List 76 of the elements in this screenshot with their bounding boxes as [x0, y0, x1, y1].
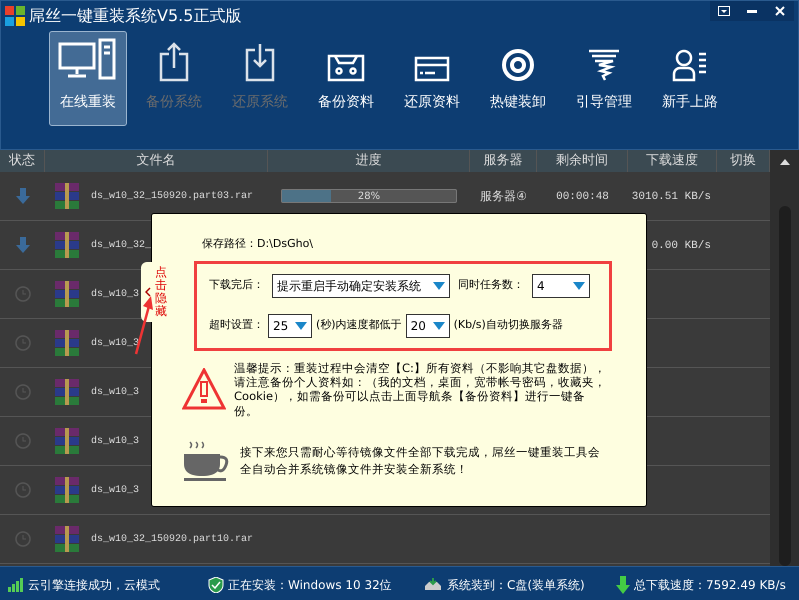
warning-text: 温馨提示：重装过程中会清空【C:】所有资料（不影响其它盘数据），请注意备份个人资料如：（我的文档，桌面，宽带帐号密码，收藏夹，Cookie），如需备份可以点击上面导航条【备份资料】进行一键备份。 [234, 360, 606, 418]
field-label: 下载完后： [209, 277, 264, 294]
timeout-select[interactable]: 25 [268, 314, 312, 338]
chevron-icon [145, 287, 151, 297]
caret-icon [295, 322, 307, 330]
field-label: (秒)内速度都低于 [316, 317, 402, 334]
toolbar-button[interactable]: 在线重装 [49, 31, 127, 126]
info-text: 接下来您只需耐心等待镜像文件全部下载完成，屌丝一键重装工具会全自动合并系统镜像文件并安装全新系统！ [240, 444, 601, 478]
status-text: 系统装到：C盘(装单系统) [447, 576, 585, 594]
cassette-icon [327, 54, 365, 82]
toolbar-button[interactable]: 引导管理 [565, 31, 643, 126]
remaining-time: 00:00:48 [556, 191, 609, 204]
file-name: ds_w10_3 [91, 484, 140, 498]
tasks-select[interactable]: 4 [532, 274, 590, 298]
column-header: 状态 [0, 150, 45, 172]
field-label: 超时设置： [209, 317, 264, 334]
file-name: ds_w10_3 [91, 288, 140, 302]
column-header: 下载速度 [628, 150, 717, 172]
close-button[interactable] [766, 1, 794, 21]
tornado-icon [587, 48, 621, 82]
shield-icon [208, 576, 224, 592]
save-path: 保存路径：D:\DsGho\ [202, 236, 314, 252]
download-speed: 0.00 KB/s [652, 240, 711, 252]
download-speed: 3010.51 KB/s [632, 191, 711, 204]
toolbar-button[interactable]: 备份资料 [307, 31, 385, 126]
column-header: 文件名 [45, 150, 268, 172]
computer-icon [58, 38, 118, 82]
clock-icon [14, 531, 30, 547]
caret-icon [433, 282, 445, 290]
column-header: 服务器 [470, 150, 537, 172]
status-text: 正在安装：Windows 10 32位 [228, 576, 392, 594]
drive-icon [423, 578, 443, 592]
lifebuoy-icon [501, 48, 535, 82]
field-label: (Kb/s)自动切换服务器 [454, 317, 563, 334]
download-arrow-icon [616, 576, 630, 594]
download-icon [245, 42, 275, 82]
upload-icon [159, 42, 189, 82]
close-icon [774, 6, 786, 16]
column-header: 剩余时间 [537, 150, 628, 172]
file-name: ds_w10_32_ [91, 238, 152, 252]
caret-icon [573, 282, 585, 290]
after-download-select[interactable]: 提示重启手动确定安装系统 [272, 274, 450, 298]
minimize-icon [747, 10, 757, 12]
progress-text: 28% [356, 190, 382, 204]
file-name: ds_w10_3 [91, 434, 140, 448]
column-header: 进度 [268, 150, 470, 172]
hide-panel-label: 点击隐藏 [155, 266, 167, 318]
clock-icon [14, 286, 30, 302]
down-arrow-icon [16, 188, 30, 204]
file-name: ds_w10_32_150920.part10.rar [91, 532, 254, 546]
down-arrow-icon [16, 237, 30, 253]
window-title: 屌丝一键重装系统V5.5正式版 [29, 5, 242, 27]
clock-icon [14, 384, 30, 400]
toolbar-button[interactable]: 新手上路 [651, 31, 729, 126]
scroll-up-icon [780, 158, 790, 166]
field-label: 同时任务数： [458, 277, 524, 294]
status-text: 云引擎连接成功，云模式 [28, 576, 160, 594]
clock-icon [14, 335, 30, 351]
warning-icon [182, 368, 226, 410]
clock-icon [14, 433, 30, 449]
scrollbar-thumb[interactable] [778, 206, 790, 566]
status-text: 总下载速度：7592.49 KB/s [634, 576, 786, 594]
file-name: ds_w10_3 [91, 386, 140, 400]
speed-limit-select[interactable]: 20 [406, 314, 450, 338]
menu-button[interactable] [710, 1, 738, 21]
toolbar-button[interactable]: 热键装卸 [479, 31, 557, 126]
logo-icon [5, 6, 25, 26]
caret-icon [432, 322, 445, 330]
toolbar-button[interactable]: 还原资料 [393, 31, 471, 126]
card-icon [414, 56, 450, 82]
clock-icon [14, 482, 30, 498]
server-name: 服务器④ [480, 189, 527, 203]
signal-icon [8, 578, 24, 592]
menu-icon [718, 6, 730, 16]
file-name: ds_w10_32_150920.part03.rar [91, 190, 254, 204]
user-icon [672, 48, 708, 82]
